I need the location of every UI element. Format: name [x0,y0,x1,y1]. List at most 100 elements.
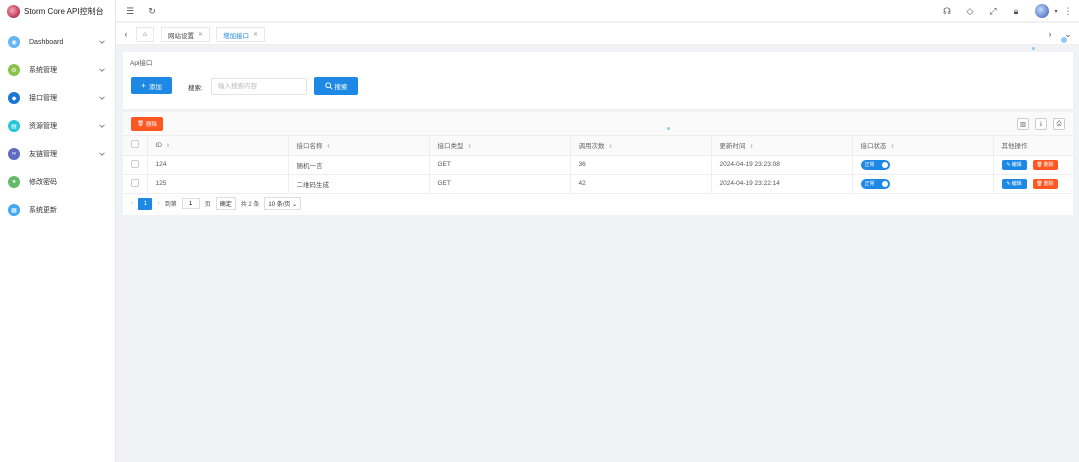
sidebar-item-system[interactable]: ⚙ 系统管理 [0,56,115,84]
export-icon[interactable]: ⤓ [1035,118,1047,130]
sidebar-item-label: 修改密码 [29,179,57,186]
more-vertical-icon[interactable]: ⋮ [1062,5,1074,17]
dashboard-icon: ◉ [8,36,20,48]
tag-icon[interactable]: ◇ [964,5,976,17]
search-button-label: 搜索 [334,84,348,91]
tab-home[interactable]: ⌂ [136,27,154,42]
chevron-down-icon [99,40,105,44]
tab-label: 网站设置 [168,32,194,40]
chevron-left-icon[interactable]: ‹ [120,28,132,40]
breadcrumb: Api接口 [130,60,153,67]
column-header[interactable]: 接口状态 ⇕ [852,136,994,156]
table-panel: 🗑︎ 删除 ▥ ⤓ ⎙ ID ⇕ 接口名称 ⇕ 接口类型 ⇕ 调用次数 ⇕ 更新时间 ⇕ … [123,112,1073,215]
chevron-down-icon [99,68,105,72]
search-icon [324,82,333,90]
prev-page-icon[interactable]: ‹ [131,200,133,207]
goto-label: 到第 [164,202,177,208]
resource-icon: ▤ [8,120,20,132]
app-logo[interactable]: Storm Core API控制台 [0,0,115,22]
edit-button[interactable]: ✎ 编辑 [1001,178,1027,189]
lock-icon[interactable]: 🔒︎ [1010,5,1022,17]
sidebar-item-resource[interactable]: ▤ 资源管理 [0,112,115,140]
status-toggle[interactable]: 正常 [860,178,890,189]
sort-icon[interactable]: ⇕ [468,144,472,150]
select-all-checkbox[interactable] [131,140,139,149]
fullscreen-icon[interactable]: ⤢ [987,5,999,17]
decorative-dot [1061,37,1067,43]
system-icon: ⚙ [8,64,20,76]
caret-down-icon[interactable]: ▾ [1050,5,1062,17]
logo-icon [7,4,20,18]
delete-button[interactable]: 🗑︎ 删除 [1032,159,1058,170]
tabs-bar: ‹ ⌂ 网站设置 ✕ 增加接口 ✕ › ⌄ [116,23,1079,45]
add-button[interactable]: + 添加 [131,77,172,94]
table-row: 124 随机一言 GET 36 2024-04-19 23:23:08 正常 ✎… [123,155,1073,175]
row-checkbox[interactable] [131,159,139,168]
column-header[interactable]: 更新时间 ⇕ [711,136,853,156]
goto-page-input[interactable] [181,198,200,209]
search-input[interactable] [211,78,307,95]
pagination: ‹ 1 › 到第 页 确定 共 2 条 10 条/页 ⌄ [123,194,1073,214]
column-header[interactable]: 接口名称 ⇕ [288,136,430,156]
sidebar-item-links[interactable]: ∞ 友链管理 [0,140,115,168]
home-icon: ⌂ [143,31,147,38]
sort-icon[interactable]: ⇕ [609,144,613,150]
refresh-icon[interactable]: ↻ [146,5,158,17]
close-icon[interactable]: ✕ [253,31,258,38]
status-toggle[interactable]: 正常 [860,159,890,170]
search-button[interactable]: 搜索 [314,77,358,95]
edit-button[interactable]: ✎ 编辑 [1001,159,1027,170]
next-page-icon[interactable]: › [157,200,159,207]
sidebar-item-update[interactable]: ▦ 系统更新 [0,196,115,224]
update-icon: ▦ [8,204,20,216]
api-table: ID ⇕ 接口名称 ⇕ 接口类型 ⇕ 调用次数 ⇕ 更新时间 ⇕ 接口状态 ⇕ 其他操作 1… [123,136,1073,194]
search-panel: Api接口 + 添加 搜索: 搜索 [123,52,1073,109]
column-header[interactable]: ID ⇕ [147,136,289,156]
tab-add-api[interactable]: 增加接口 ✕ [216,27,266,42]
close-icon[interactable]: ✕ [198,31,203,38]
tab-site-settings[interactable]: 网站设置 ✕ [161,27,211,42]
cell-type: GET [429,174,571,194]
sidebar-item-label: 接口管理 [29,95,57,102]
sidebar-item-label: 友链管理 [29,151,57,158]
cell-calls: 42 [570,174,712,194]
trash-icon: 🗑︎ [137,121,144,127]
table-toolbar: 🗑︎ 删除 ▥ ⤓ ⎙ [123,112,1073,136]
link-icon: ∞ [8,148,20,160]
sidebar-item-api[interactable]: ◆ 接口管理 [0,84,115,112]
plus-icon: + [141,81,146,90]
print-icon[interactable]: ⎙ [1053,118,1065,130]
app-title: Storm Core API控制台 [24,6,104,16]
sort-icon[interactable]: ⇕ [891,144,895,150]
batch-delete-button[interactable]: 🗑︎ 删除 [131,117,163,131]
total-count: 共 2 条 [240,202,260,208]
chevron-right-icon[interactable]: › [1044,28,1056,40]
goto-confirm-button[interactable]: 确定 [215,197,236,210]
trash-icon: 🗑︎ [1036,180,1043,187]
add-button-label: 添加 [148,83,162,91]
sidebar: Storm Core API控制台 ◉ Dashboard ⚙ 系统管理 ◆ 接… [0,0,116,462]
sidebar-item-label: Dashboard [29,38,64,46]
column-header[interactable]: 接口类型 ⇕ [429,136,571,156]
table-header-row: ID ⇕ 接口名称 ⇕ 接口类型 ⇕ 调用次数 ⇕ 更新时间 ⇕ 接口状态 ⇕ 其他操作 [123,136,1073,156]
page-size-select[interactable]: 10 条/页 ⌄ [264,197,302,210]
row-checkbox[interactable] [131,178,139,187]
sidebar-item-dashboard[interactable]: ◉ Dashboard [0,28,115,56]
page-number-current[interactable]: 1 [138,197,153,210]
cell-updated: 2024-04-19 23:23:08 [711,155,853,175]
search-label: 搜索: [188,85,203,92]
sidebar-item-label: 资源管理 [29,123,57,130]
cell-id: 124 [147,155,289,175]
sidebar-menu: ◉ Dashboard ⚙ 系统管理 ◆ 接口管理 ▤ 资源管理 ∞ 友链管理 … [0,28,115,224]
sort-icon[interactable]: ⇕ [166,143,170,149]
sort-icon[interactable]: ⇕ [327,144,331,150]
avatar[interactable] [1035,4,1049,18]
theme-icon[interactable]: ☊ [941,5,953,17]
columns-icon[interactable]: ▥ [1017,118,1029,130]
sort-icon[interactable]: ⇕ [750,144,754,150]
edit-icon: ✎ [1006,180,1011,187]
delete-button[interactable]: 🗑︎ 删除 [1032,178,1058,189]
menu-toggle-icon[interactable]: ☰ [124,5,136,17]
column-header[interactable]: 调用次数 ⇕ [570,136,712,156]
sidebar-item-password[interactable]: ● 修改密码 [0,168,115,196]
